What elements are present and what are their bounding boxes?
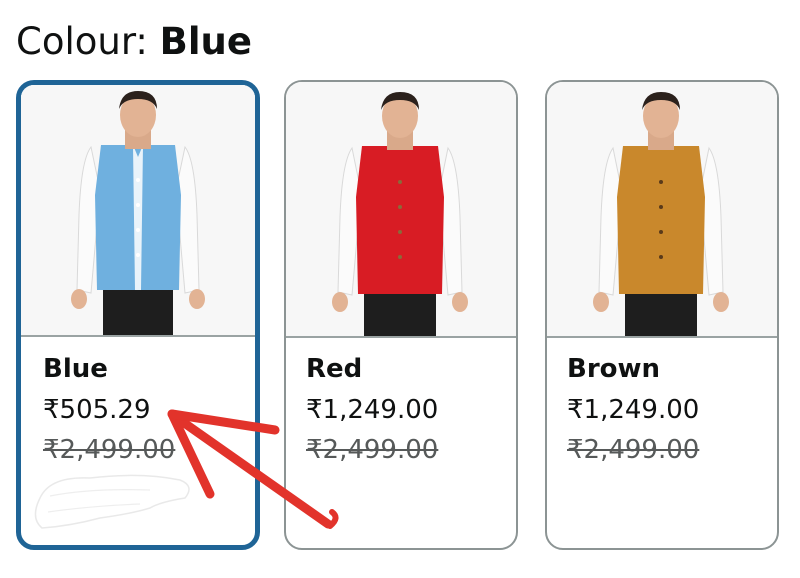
product-image-blue [21, 85, 255, 337]
option-name: Brown [567, 354, 661, 384]
colour-selected-value: Blue [159, 20, 252, 63]
option-name: Blue [43, 354, 108, 384]
model-figure-red [286, 82, 516, 336]
option-price: ₹1,249.00 [567, 395, 700, 425]
annotation-arrow-icon [167, 409, 339, 529]
product-image-brown [547, 82, 777, 338]
colour-label: Colour: [16, 20, 160, 63]
option-price: ₹505.29 [43, 395, 151, 425]
colour-heading: Colour: Blue [16, 18, 252, 66]
option-mrp: ₹2,499.00 [567, 435, 700, 465]
option-name: Red [306, 354, 363, 384]
model-figure-brown [547, 82, 777, 336]
product-image-red [286, 82, 516, 338]
model-figure-blue [21, 85, 255, 335]
colour-option-brown[interactable]: Brown ₹1,249.00 ₹2,499.00 [545, 80, 779, 550]
